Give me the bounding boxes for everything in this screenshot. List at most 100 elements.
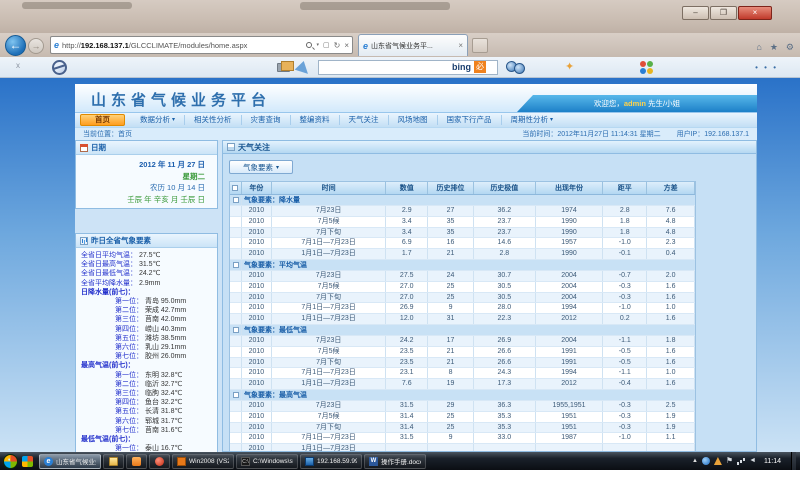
taskbar-window-rdp[interactable]: 192.168.59.99... (300, 454, 362, 469)
taskbar-window-cmd[interactable]: C:\C:\Windows\sy... (236, 454, 298, 469)
nav-item-6[interactable]: 天气关注 (339, 115, 388, 125)
table-row[interactable]: 20107月1日—7月23日6.91614.61957-1.02.3 (230, 238, 695, 249)
element-filter-button[interactable]: 气象要素 ▾ (229, 160, 293, 174)
card-icon[interactable] (277, 63, 290, 72)
nav-item-9[interactable]: 周期性分析▾ (501, 115, 563, 125)
taskbar-window-ie[interactable]: e山东省气候业务平... (39, 454, 101, 469)
bing-logo[interactable]: bing 必 (452, 61, 486, 73)
table-group-row[interactable]: 气象要素：平均气温 (230, 260, 695, 271)
checkbox-icon[interactable] (233, 262, 239, 268)
search-icon[interactable] (306, 42, 312, 48)
start-button[interactable] (3, 454, 18, 469)
table-cell: 2010 (242, 282, 272, 292)
table-row[interactable]: 20107月5候31.42535.31951-0.31.9 (230, 412, 695, 423)
favorites-star-icon[interactable]: ★ (770, 42, 778, 53)
table-row[interactable]: 20107月1日—7月23日26.9928.01994-1.01.0 (230, 303, 695, 314)
nav-item-7[interactable]: 风场地图 (388, 115, 437, 125)
nav-item-8[interactable]: 国家下行产品 (437, 115, 501, 125)
taskbar-clock[interactable]: 11:14 (764, 458, 781, 465)
table-row[interactable]: 20101月1日—7月23日 (230, 444, 695, 452)
table-row[interactable]: 20107月5候23.52126.61991-0.51.6 (230, 347, 695, 358)
taskbar-window-folder[interactable] (103, 454, 124, 469)
toolbar-overflow-dots[interactable]: • • • (755, 63, 778, 72)
minimize-button[interactable]: – (682, 6, 709, 20)
table-row[interactable]: 20107月下旬27.02530.52004-0.31.6 (230, 293, 695, 304)
taskbar-window-vm[interactable]: Win2008 (VS2... (172, 454, 234, 469)
column-header-6: 出现年份 (536, 182, 604, 194)
nav-item-4[interactable]: 灾害查询 (241, 115, 290, 125)
rank-position: 第七位： (115, 353, 143, 360)
table-row[interactable]: 20107月23日27.52430.72004-0.72.0 (230, 271, 695, 282)
maximize-button[interactable]: ❐ (710, 6, 737, 20)
tray-alert-icon[interactable] (714, 457, 722, 465)
table-cell: 1994 (536, 303, 604, 313)
address-bar[interactable]: e http://192.168.137.1/GLCCLIMATE/module… (50, 36, 353, 54)
refresh-icon[interactable]: ↻ (334, 41, 341, 50)
table-group-row[interactable]: 气象要素：最高气温 (230, 390, 695, 401)
taskbar-window-media[interactable] (149, 454, 170, 469)
nav-item-1[interactable]: 首页 (80, 114, 125, 126)
nav-item-5[interactable]: 整编资料 (290, 115, 339, 125)
stop-icon[interactable]: × (344, 41, 349, 50)
binoculars-icon[interactable] (506, 61, 526, 73)
table-row[interactable]: 20107月23日31.52936.31955,1951-0.32.5 (230, 401, 695, 412)
checkbox-icon[interactable] (233, 327, 239, 333)
table-row[interactable]: 20101月1日—7月23日1.7212.81990-0.10.4 (230, 249, 695, 260)
tray-app-icon[interactable] (702, 457, 710, 465)
table-row[interactable]: 20107月1日—7月23日23.1824.31994-1.11.0 (230, 368, 695, 379)
table-row[interactable]: 20101月1日—7月23日12.03122.320120.21.6 (230, 314, 695, 325)
action-center-flag-icon[interactable]: ⚑ (726, 457, 733, 465)
bing-badge-icon: 必 (474, 61, 486, 73)
tab-close-icon[interactable]: × (458, 41, 463, 50)
checkbox-icon[interactable] (233, 197, 239, 203)
rank-section-title: 最高气温(前七)： (81, 361, 215, 370)
table-cell: 30.7 (474, 271, 536, 281)
checkbox-icon[interactable] (232, 185, 238, 191)
close-button[interactable]: × (738, 6, 772, 20)
forward-button[interactable]: → (28, 38, 44, 54)
volume-icon[interactable]: ◄ (749, 457, 756, 465)
addon-logo-icon[interactable] (52, 60, 67, 75)
table-cell: 19 (428, 379, 474, 389)
table-group-row[interactable]: 气象要素：最低气温 (230, 325, 695, 336)
show-desktop-button[interactable] (791, 452, 796, 470)
table-row[interactable]: 20107月23日2.92736.219742.87.6 (230, 206, 695, 217)
table-row[interactable]: 20107月23日24.21726.92004-1.11.8 (230, 336, 695, 347)
taskbar-window-orange-app[interactable] (126, 454, 147, 469)
table-row[interactable]: 20107月下旬31.42535.31951-0.31.9 (230, 423, 695, 434)
show-hidden-icons-icon[interactable]: ▲ (692, 458, 698, 464)
group-label: 气象要素：平均气温 (242, 260, 695, 270)
nav-item-2[interactable]: 数据分析▾ (131, 115, 184, 125)
network-icon[interactable] (737, 457, 745, 465)
tools-gear-icon[interactable]: ⚙ (786, 42, 794, 53)
table-row[interactable]: 20107月下旬3.43523.719901.84.8 (230, 228, 695, 239)
new-tab-button[interactable] (472, 38, 488, 53)
chevron-down-icon[interactable]: ▾ (316, 42, 319, 48)
checkbox-icon[interactable] (233, 392, 239, 398)
sparkle-icon[interactable]: ✦ (565, 60, 574, 73)
home-icon[interactable]: ⌂ (756, 42, 761, 53)
nav-item-label: 国家下行产品 (447, 115, 492, 125)
table-cell: 7月5候 (272, 412, 387, 422)
msn-flower-icon[interactable] (640, 61, 653, 74)
nav-item-3[interactable]: 相关性分析 (184, 115, 241, 125)
cmd-icon: C:\ (241, 457, 250, 466)
back-button[interactable]: ← (5, 35, 26, 56)
browser-tab[interactable]: e 山东省气候业务平... × (358, 34, 468, 56)
table-group-row[interactable]: 气象要素：降水量 (230, 195, 695, 206)
table-cell: 31 (428, 314, 474, 324)
table-cell: 0.4 (647, 249, 695, 259)
table-row[interactable]: 20107月5候27.02530.52004-0.31.6 (230, 282, 695, 293)
table-row[interactable]: 20107月1日—7月23日31.5933.01987-1.01.1 (230, 433, 695, 444)
paper-plane-icon[interactable] (295, 59, 312, 74)
taskbar-window-word[interactable]: W操作手册.docx ... (364, 454, 426, 469)
toolbar-close-icon[interactable]: x (16, 61, 20, 70)
table-row[interactable]: 20107月下旬23.52126.61991-0.51.6 (230, 358, 695, 369)
compatibility-view-icon[interactable]: ▢ (323, 41, 330, 49)
table-cell: 2010 (242, 217, 272, 227)
url-text[interactable]: http://192.168.137.1/GLCCLIMATE/modules/… (62, 41, 303, 50)
table-row[interactable]: 20107月5候3.43523.719901.84.8 (230, 217, 695, 228)
tab-title[interactable]: 山东省气候业务平... (371, 41, 456, 51)
quick-launch-icon[interactable] (22, 456, 33, 467)
table-row[interactable]: 20101月1日—7月23日7.61917.32012-0.41.6 (230, 379, 695, 390)
